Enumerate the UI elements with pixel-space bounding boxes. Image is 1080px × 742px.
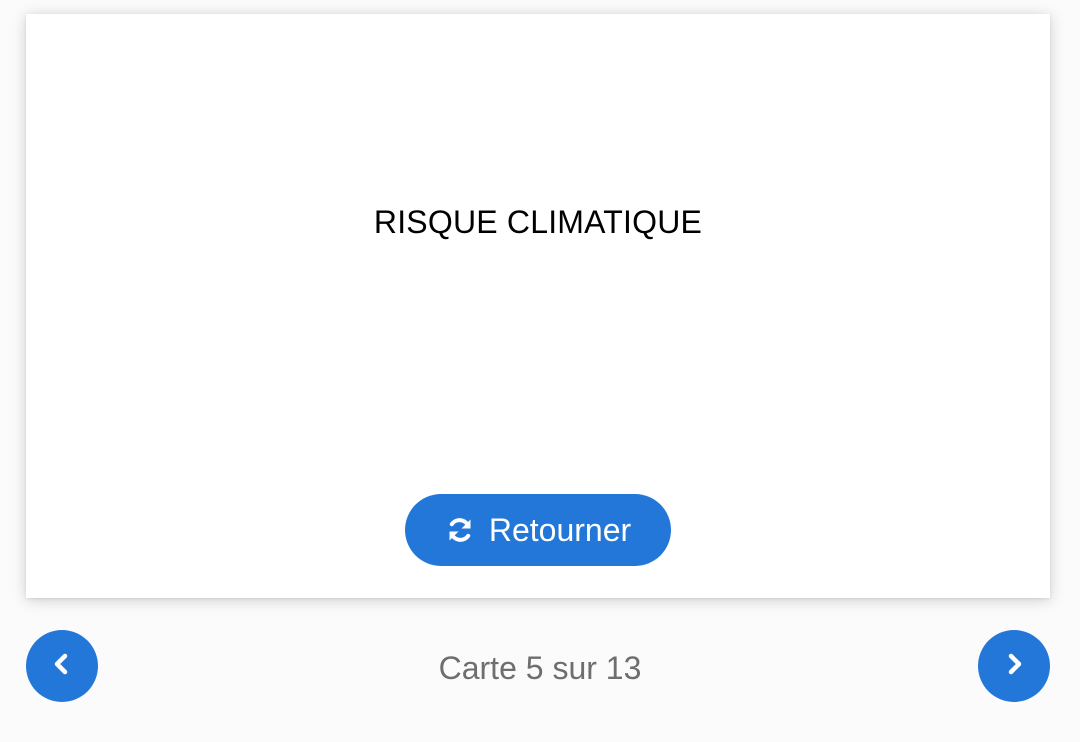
sync-icon — [445, 515, 475, 545]
flip-button[interactable]: Retourner — [405, 494, 671, 566]
flashcard[interactable]: RISQUE CLIMATIQUE Retourner — [26, 14, 1050, 598]
card-term: RISQUE CLIMATIQUE — [373, 204, 703, 240]
card-counter: Carte 5 sur 13 — [438, 650, 642, 686]
chevron-right-icon — [1002, 652, 1026, 681]
next-card-button[interactable] — [978, 630, 1050, 702]
flashcard-viewer: RISQUE CLIMATIQUE Retourner Carte 5 sur … — [0, 0, 1080, 742]
flip-button-label: Retourner — [488, 511, 632, 548]
